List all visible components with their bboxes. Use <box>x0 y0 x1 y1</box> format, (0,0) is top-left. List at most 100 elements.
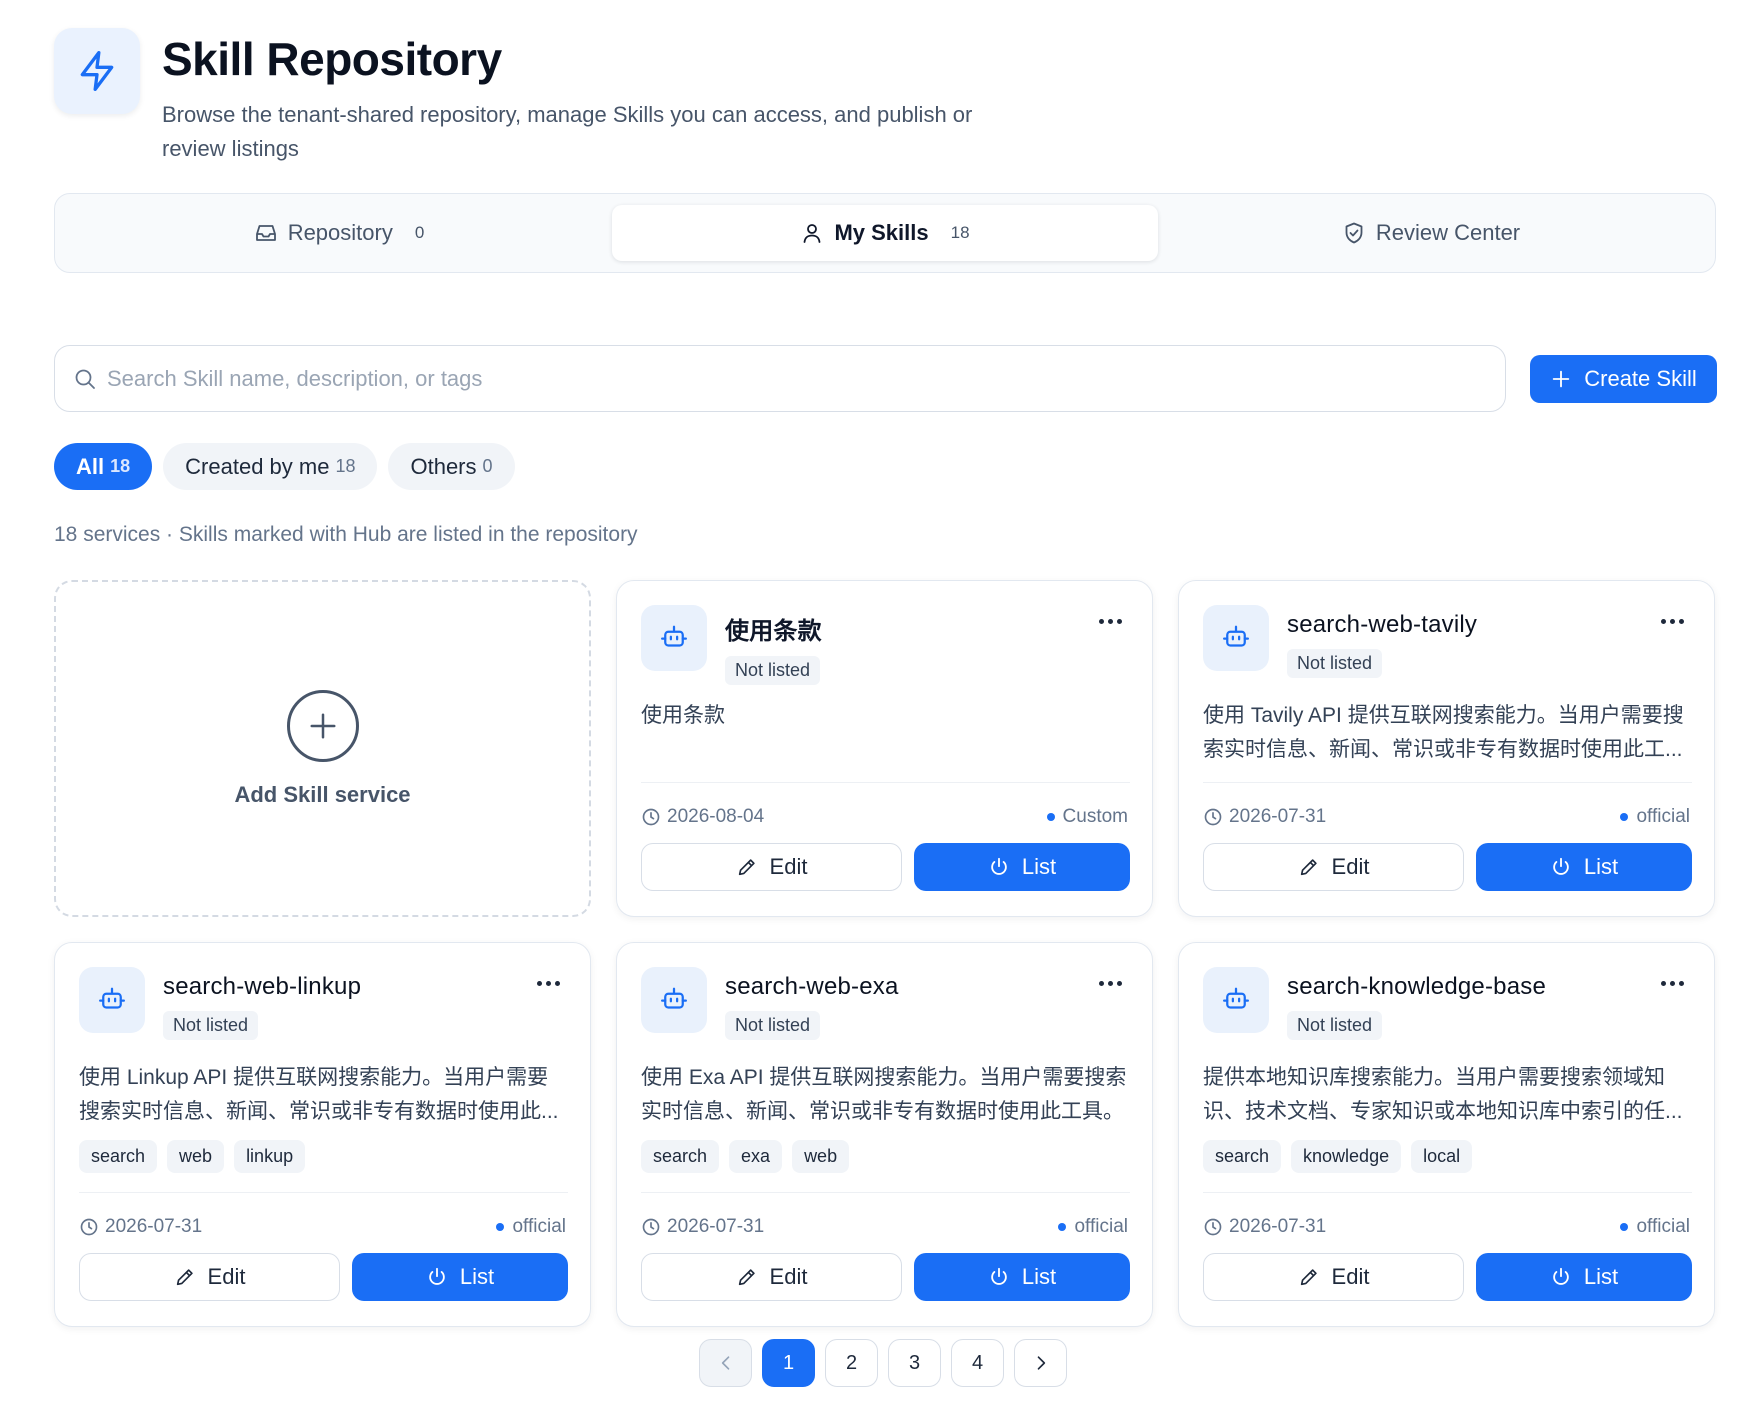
pencil-icon <box>1300 859 1317 876</box>
edit-button[interactable]: Edit <box>641 1253 902 1301</box>
tag: web <box>167 1140 225 1173</box>
pencil-icon <box>1300 1269 1317 1286</box>
skill-name: search-web-tavily <box>1287 611 1478 638</box>
source-dot <box>1058 1223 1067 1231</box>
power-icon <box>429 1267 445 1285</box>
card-divider <box>641 782 1130 783</box>
edit-label: Edit <box>769 1264 808 1289</box>
skill-description: 使用 Exa API 提供互联网搜索能力。当用户需要搜索实时信息、新闻、常识或非… <box>641 1066 1127 1123</box>
source-dot <box>1620 1223 1629 1231</box>
list-label: List <box>1021 854 1057 879</box>
edit-label: Edit <box>769 854 808 879</box>
edit-button[interactable]: Edit <box>1203 843 1464 891</box>
source-text: official <box>1074 1216 1128 1237</box>
search-box <box>54 345 1506 412</box>
page-button-4[interactable]: 4 <box>951 1339 1004 1387</box>
filter-label: Others <box>410 453 477 479</box>
skill-description: 使用条款 <box>641 704 725 727</box>
skill-card: search-web-tavily Not listed 使用 Tavily A… <box>1178 580 1715 917</box>
next-page-button[interactable] <box>1014 1339 1067 1387</box>
card-date: 2026-07-31 <box>641 1216 764 1238</box>
card-source: official <box>496 1216 566 1238</box>
page-button-3[interactable]: 3 <box>888 1339 941 1387</box>
shield-check-icon <box>1345 222 1363 244</box>
list-button[interactable]: List <box>1476 1253 1692 1301</box>
more-options-icon[interactable] <box>1099 619 1122 624</box>
filter-count: 0 <box>482 456 493 476</box>
plus-icon <box>1553 370 1570 388</box>
add-skill-card[interactable]: Add Skill service <box>54 580 591 917</box>
card-divider <box>641 1192 1130 1193</box>
more-options-icon[interactable] <box>1661 981 1684 986</box>
source-dot <box>1046 813 1055 821</box>
edit-label: Edit <box>1331 1264 1370 1289</box>
more-options-icon[interactable] <box>537 981 560 986</box>
edit-button[interactable]: Edit <box>1203 1253 1464 1301</box>
filter-created-by-me[interactable]: Created by me 18 <box>163 443 378 490</box>
list-label: List <box>1021 1264 1057 1289</box>
tab-label: Review Center <box>1375 220 1521 245</box>
add-skill-label: Add Skill service <box>234 781 411 807</box>
robot-icon <box>1203 605 1269 671</box>
robot-icon <box>641 605 707 671</box>
tag: search <box>641 1140 720 1173</box>
list-button[interactable]: List <box>352 1253 568 1301</box>
more-options-icon[interactable] <box>1099 981 1122 986</box>
power-icon <box>991 1267 1007 1285</box>
prev-page-button[interactable] <box>699 1339 752 1387</box>
list-button[interactable]: List <box>1476 843 1692 891</box>
list-label: List <box>459 1264 495 1289</box>
date-text: 2026-07-31 <box>105 1216 203 1237</box>
tab-repository[interactable]: Repository 0 <box>66 205 612 261</box>
filter-label: All <box>76 453 105 479</box>
status-badge: Not listed <box>163 1011 259 1040</box>
card-divider <box>1203 1192 1692 1193</box>
card-date: 2026-07-31 <box>79 1216 202 1238</box>
chevron-right-icon <box>1037 1356 1045 1370</box>
edit-button[interactable]: Edit <box>79 1253 340 1301</box>
filter-others[interactable]: Others 0 <box>388 443 515 490</box>
filter-chips: All 18 Created by me 18 Others 0 <box>54 443 515 490</box>
page-button-2[interactable]: 2 <box>825 1339 878 1387</box>
clock-icon <box>642 808 660 826</box>
tab-bar: Repository 0 My Skills 18 Review Center <box>54 193 1716 273</box>
tab-my-skills[interactable]: My Skills 18 <box>612 205 1158 261</box>
clock-icon <box>80 1218 98 1236</box>
pencil-icon <box>738 1269 755 1286</box>
tab-count: 18 <box>950 223 970 242</box>
list-button[interactable]: List <box>914 1253 1130 1301</box>
tab-review-center[interactable]: Review Center <box>1158 205 1704 261</box>
tag-list: search web linkup <box>79 1140 306 1173</box>
tab-count: 0 <box>414 223 425 242</box>
results-summary: 18 services · Skills marked with Hub are… <box>54 523 638 546</box>
tag: web <box>792 1140 850 1173</box>
filter-count: 18 <box>335 456 356 476</box>
date-text: 2026-07-31 <box>1229 806 1327 827</box>
filter-count: 18 <box>110 456 131 476</box>
skill-name: search-web-exa <box>725 973 899 1000</box>
tab-label: My Skills <box>834 220 929 245</box>
card-date: 2026-08-04 <box>641 806 764 828</box>
skill-card: search-knowledge-base Not listed 提供本地知识库… <box>1178 942 1715 1327</box>
clock-icon <box>642 1218 660 1236</box>
filter-label: Created by me <box>185 453 330 479</box>
source-text: official <box>512 1216 566 1237</box>
create-skill-button[interactable]: Create Skill <box>1530 355 1717 403</box>
power-icon <box>1553 1267 1569 1285</box>
tag: exa <box>729 1140 783 1173</box>
card-divider <box>1203 782 1692 783</box>
page-button-1[interactable]: 1 <box>762 1339 815 1387</box>
pencil-icon <box>176 1269 193 1286</box>
source-text: official <box>1636 1216 1690 1237</box>
edit-button[interactable]: Edit <box>641 843 902 891</box>
filter-all[interactable]: All 18 <box>54 443 153 490</box>
skill-name: search-knowledge-base <box>1287 973 1547 1000</box>
more-options-icon[interactable] <box>1661 619 1684 624</box>
list-button[interactable]: List <box>914 843 1130 891</box>
skill-name: 使用条款 <box>725 618 822 645</box>
search-input[interactable] <box>107 365 1487 392</box>
edit-label: Edit <box>207 1264 246 1289</box>
power-icon <box>991 857 1007 875</box>
card-divider <box>79 1192 568 1193</box>
skill-card: 使用条款 Not listed 使用条款 2026-08-04 Custom E… <box>616 580 1153 917</box>
